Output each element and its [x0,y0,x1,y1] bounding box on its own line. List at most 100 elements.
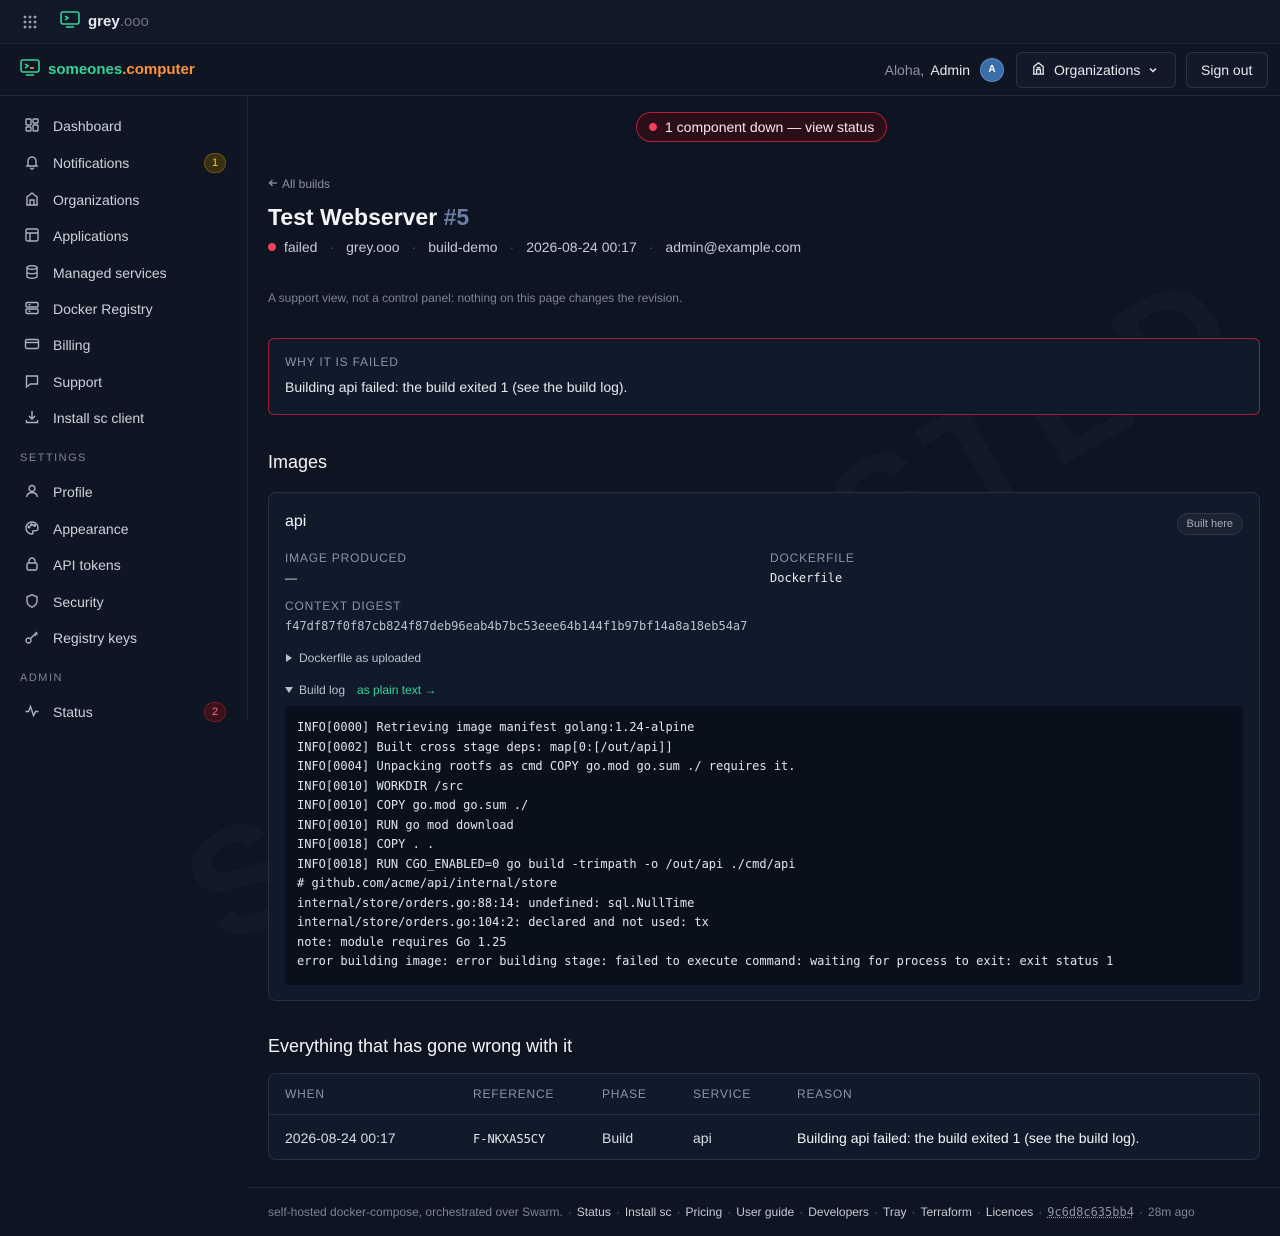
meta-separator: · [411,239,417,255]
sidebar-item-managed-services[interactable]: Managed services [12,257,236,289]
footer-separator: · [911,1205,916,1219]
org-brand-suffix: .ooo [119,13,149,30]
site-logo[interactable]: someones.computer [20,58,195,81]
sidebar-item-applications[interactable]: Applications [12,220,236,252]
footer-link-tray[interactable]: Tray [883,1205,907,1219]
shield-icon [24,593,40,612]
build-time: 2026-08-24 00:17 [526,239,637,255]
image-card: api Built here IMAGE PRODUCED — DOCKERFI… [268,492,1260,1001]
sidebar-item-label: Dashboard [53,118,122,134]
footer-link-user-guide[interactable]: User guide [736,1205,794,1219]
build-org: grey.ooo [346,239,400,255]
top-bar: grey.ooo [0,0,1280,44]
sidebar-item-label: Install sc client [53,410,145,426]
terminal-icon [20,58,40,81]
sidebar-item-install-sc-client[interactable]: Install sc client [12,402,236,434]
sidebar-item-label: Applications [53,228,129,244]
footer-text: self-hosted docker-compose, orchestrated… [268,1205,563,1219]
column-header-phase: PHASE [602,1087,647,1101]
failure-message: Building api failed: the build exited 1 … [285,379,628,395]
download-icon [24,409,40,428]
log-line: note: module requires Go 1.25 [297,934,507,949]
failed-status-dot [268,243,276,251]
build-status-label: failed [284,239,318,255]
sidebar-item-appearance[interactable]: Appearance [12,513,236,545]
log-line: internal/store/orders.go:88:14: undefine… [297,895,695,910]
layout-icon [24,227,40,246]
footer-link-pricing[interactable]: Pricing [686,1205,723,1219]
sidebar-item-billing[interactable]: Billing [12,329,236,361]
meta-separator: · [648,239,654,255]
dockerfile-toggle[interactable]: Dockerfile as uploaded [285,651,421,665]
dashboard-icon [24,117,40,136]
footer-separator: · [727,1205,732,1219]
column-header-reason: REASON [797,1087,853,1101]
image-produced-value: — [285,571,297,585]
failure-label: WHY IT IS FAILED [285,355,399,369]
back-link-label: All builds [282,177,331,191]
back-link[interactable]: All builds [268,177,330,191]
page-title: Test Webserver #5 [268,204,469,231]
chevron-down-icon [1148,62,1158,78]
footer-separator: · [873,1205,878,1219]
log-line: INFO[0002] Built cross stage deps: map[0… [297,739,673,754]
log-line: INFO[0010] WORKDIR /src [297,778,464,793]
sidebar-item-docker-registry[interactable]: Docker Registry [12,293,236,325]
chat-icon [24,373,40,392]
terminal-icon [60,10,80,33]
cell-reference: F-NKXAS5CY [473,1132,546,1146]
avatar[interactable]: A [980,57,1004,82]
build-meta: failed · grey.ooo · build-demo · 2026-08… [268,239,801,255]
org-brand[interactable]: grey.ooo [60,10,149,33]
sidebar-item-label: Billing [53,337,91,353]
footer-link-install-sc[interactable]: Install sc [625,1205,672,1219]
sidebar-item-label: API tokens [53,557,121,573]
column-header-reference: REFERENCE [473,1087,555,1101]
image-name: api [285,513,307,530]
footer-link-developers[interactable]: Developers [808,1205,869,1219]
sidebar-item-support[interactable]: Support [12,366,236,398]
sidebar-item-organizations[interactable]: Organizations [12,184,236,216]
log-line: INFO[0018] RUN CGO_ENABLED=0 go build -t… [297,856,796,871]
sidebar-item-label: Notifications [53,155,130,171]
built-here-badge: Built here [1176,513,1243,535]
sidebar-item-profile[interactable]: Profile [12,476,236,508]
apps-grid-icon[interactable] [20,12,40,32]
sidebar-item-dashboard[interactable]: Dashboard [12,110,236,142]
images-heading: Images [268,452,328,472]
sidebar-item-label: Security [53,594,104,610]
lock-icon [24,556,40,575]
footer-link-status[interactable]: Status [577,1205,611,1219]
organizations-button[interactable]: Organizations [1016,51,1176,88]
log-line: error building image: error building sta… [297,954,1114,968]
notifications-count-badge: 1 [204,153,226,173]
sidebar-item-notifications[interactable]: Notifications 1 [12,147,236,179]
sidebar-item-registry-keys[interactable]: Registry keys [12,622,236,654]
sidebar-item-security[interactable]: Security [12,586,236,618]
org-brand-name: grey [88,13,120,30]
sidebar-item-api-tokens[interactable]: API tokens [12,549,236,581]
column-header-service: SERVICE [693,1087,752,1101]
status-pill[interactable]: 1 component down — view status [636,112,888,142]
log-line: INFO[0018] COPY . . [297,837,435,851]
footer: self-hosted docker-compose, orchestrated… [248,1187,1280,1236]
build-log-toggle-label: Build log [299,683,346,697]
cell-reason: Building api failed: the build exited 1 … [797,1130,1140,1146]
plain-text-link[interactable]: as plain text → [357,683,436,697]
status-pill-text: 1 component down — view status [665,119,875,135]
sidebar-item-status[interactable]: Status 2 [12,696,236,728]
sign-out-button[interactable]: Sign out [1186,51,1268,88]
server-icon [24,300,40,319]
sidebar-item-label: Profile [53,484,93,500]
footer-link-licences[interactable]: Licences [986,1205,1033,1219]
context-digest-value: f47df87f0f87cb824f87deb96eab4b7bc53eee64… [285,619,748,633]
footer-link-terraform[interactable]: Terraform [921,1205,972,1219]
cell-service: api [693,1130,712,1146]
sidebar-item-label: Appearance [53,521,129,537]
column-header-when: WHEN [285,1087,325,1101]
build-log-toggle[interactable]: Build log as plain text → [285,683,436,697]
footer-separator: · [976,1205,981,1219]
log-line: # github.com/acme/api/internal/store [297,876,558,890]
build-status: failed [268,239,317,255]
footer-commit-link[interactable]: 9c6d8c635bb4 [1047,1205,1134,1219]
